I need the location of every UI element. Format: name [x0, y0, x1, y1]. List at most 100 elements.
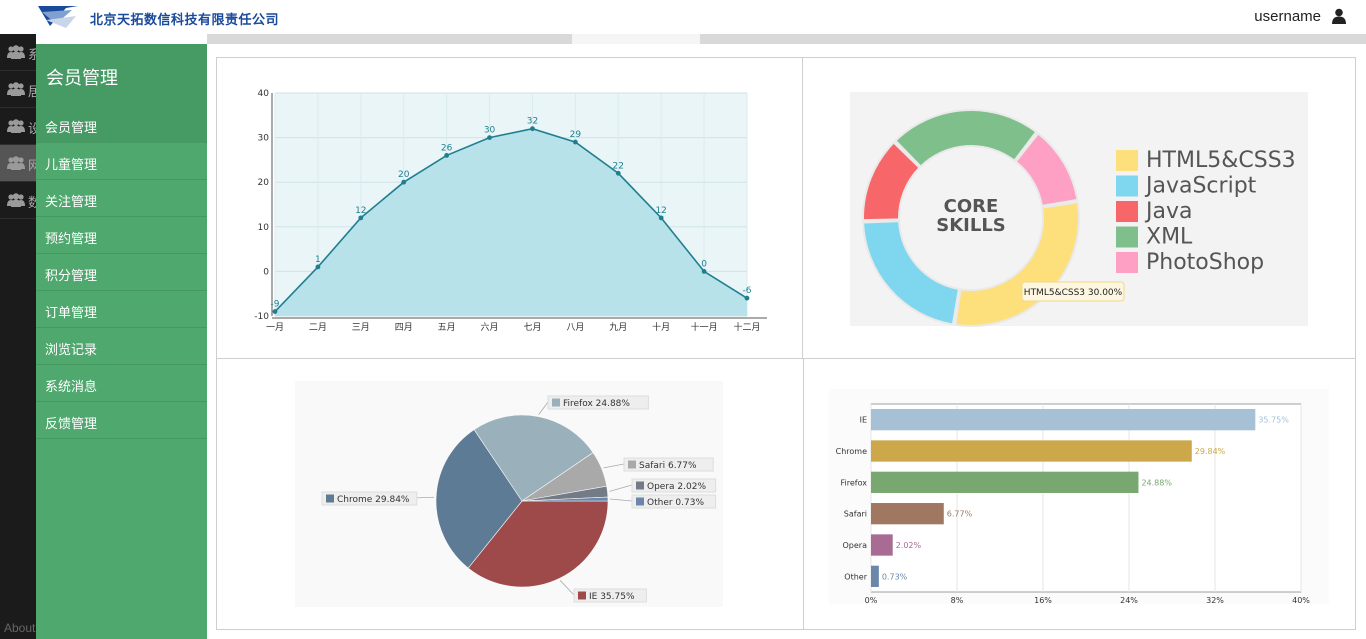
bar-value-label: 24.88%	[1141, 478, 1172, 487]
menu-item[interactable]: 预约管理	[36, 217, 207, 254]
x-tick-label: 24%	[1120, 596, 1138, 605]
nav-item-4[interactable]: 数	[0, 182, 36, 219]
menu-list: 会员管理 儿童管理 关注管理 预约管理 积分管理 订单管理 浏览记录 系统消息 反馈管理	[36, 106, 207, 439]
panel-donut-chart: CORE SKILLS HTML5&CSS3 JavaScript Java XML Pho…	[802, 57, 1356, 359]
icon-sidebar: 系居设网数 About	[0, 34, 36, 639]
nav-item-label: 居	[28, 81, 36, 100]
bar[interactable]	[871, 565, 879, 587]
legend-label[interactable]: HTML5&CSS3	[1146, 148, 1296, 173]
legend-label[interactable]: XML	[1146, 225, 1193, 250]
donut-center-title: SKILLS	[936, 215, 1006, 236]
x-tick-label: 八月	[566, 322, 584, 333]
legend-swatch	[1116, 252, 1138, 273]
data-point[interactable]	[401, 179, 407, 185]
bar[interactable]	[871, 440, 1192, 462]
bar-value-label: 35.75%	[1258, 416, 1289, 425]
menu-item[interactable]: 反馈管理	[36, 402, 207, 439]
y-tick-label: Safari	[844, 510, 867, 519]
x-tick-label: 九月	[609, 322, 627, 333]
tooltip-text: HTML5&CSS3 30.00%	[1024, 288, 1123, 298]
panel-pie-chart: IE 35.75% Chrome 29.84% Firefox 24.88% Safa…	[216, 358, 804, 630]
area-chart: -10010203040一月 二月 三月 四月 五月 六月 七月 八月 九月 十月 十一月 十二月-9…	[254, 89, 767, 333]
users-icon	[7, 119, 25, 133]
y-tick-label: 20	[258, 178, 270, 188]
legend-swatch	[1116, 226, 1138, 248]
donut-chart: CORESKILLS HTML5&CSS3JavaScriptJavaXMLPho…	[850, 92, 1308, 327]
data-point[interactable]	[744, 295, 750, 301]
x-tick-label: 四月	[395, 322, 413, 333]
menu-item[interactable]: 积分管理	[36, 254, 207, 291]
plot-frame	[870, 403, 1302, 593]
y-tick-label: Opera	[843, 541, 868, 550]
nav-item-2[interactable]: 设	[0, 108, 36, 145]
pie-chart: IE 35.75% Chrome 29.84% Firefox 24.88% Safa…	[295, 381, 723, 607]
data-label: 32	[527, 117, 538, 127]
callout-swatch	[578, 591, 586, 600]
data-point[interactable]	[572, 139, 578, 145]
x-tick-label: 七月	[523, 322, 541, 333]
legend-label[interactable]: JavaScript	[1144, 174, 1257, 199]
data-label: 22	[613, 161, 624, 171]
data-point[interactable]	[615, 170, 621, 176]
data-label: 12	[655, 206, 666, 216]
legend-label[interactable]: PhotoShop	[1146, 250, 1264, 275]
menu-item[interactable]: 系统消息	[36, 365, 207, 402]
company-name: 北京天拓数信科技有限责任公司	[90, 12, 280, 27]
data-point[interactable]	[444, 153, 450, 158]
data-point[interactable]	[530, 126, 535, 132]
x-tick-label: 十二月	[733, 321, 760, 333]
about-link[interactable]: About	[4, 621, 35, 635]
x-tick-label: 一月	[266, 322, 284, 333]
callout-swatch	[636, 497, 644, 506]
callout-swatch	[628, 460, 636, 469]
nav-item-label: 网	[28, 155, 36, 174]
data-label: 20	[398, 170, 410, 180]
nav-item-1[interactable]: 居	[0, 71, 36, 108]
menu-item[interactable]: 儿童管理	[36, 143, 207, 180]
y-tick-label: 10	[258, 223, 270, 233]
users-icon	[7, 193, 25, 207]
bar[interactable]	[871, 471, 1139, 493]
x-tick-label: 十月	[652, 321, 670, 333]
nav-item-3[interactable]: 网	[0, 145, 36, 182]
data-point[interactable]	[701, 269, 707, 274]
y-tick-label: Chrome	[836, 447, 867, 456]
users-icon	[7, 45, 25, 59]
x-tick-label: 8%	[951, 596, 964, 605]
legend-swatch	[1116, 175, 1138, 197]
users-icon	[7, 82, 25, 96]
data-point[interactable]	[358, 215, 364, 221]
callout-label: IE 35.75%	[589, 592, 635, 602]
bar-value-label: 0.73%	[882, 572, 908, 581]
y-tick-label: 40	[258, 89, 270, 99]
user-icon[interactable]	[1332, 8, 1346, 24]
panel-bar-chart: 0% 8% 16% 24% 32% 40% IE 35.75% Chrome 29.84% Fire…	[803, 358, 1356, 630]
data-point[interactable]	[487, 135, 492, 140]
data-label: 1	[315, 255, 321, 265]
data-label: 26	[441, 143, 453, 153]
legend-label[interactable]: Java	[1144, 199, 1192, 224]
data-point[interactable]	[315, 264, 321, 270]
active-tab[interactable]	[572, 34, 700, 44]
menu-item[interactable]: 订单管理	[36, 291, 207, 328]
username-label[interactable]: username	[1254, 8, 1321, 25]
bar[interactable]	[871, 534, 893, 556]
bar-chart: 0% 8% 16% 24% 32% 40% IE 35.75% Chrome 29.84% Fire…	[829, 389, 1329, 605]
data-label: 30	[484, 126, 496, 136]
tab-strip	[207, 34, 1366, 44]
data-label: 12	[355, 206, 366, 216]
x-tick-label: 16%	[1034, 596, 1052, 605]
nav-item-label: 系	[28, 44, 36, 63]
menu-item[interactable]: 浏览记录	[36, 328, 207, 365]
company-logo[interactable]	[36, 2, 80, 32]
menu-item[interactable]: 关注管理	[36, 180, 207, 217]
data-point[interactable]	[658, 215, 664, 221]
bar[interactable]	[871, 409, 1256, 431]
x-tick-label: 十一月	[691, 321, 718, 333]
bar[interactable]	[871, 503, 944, 525]
nav-item-0[interactable]: 系	[0, 34, 36, 71]
bar-value-label: 6.77%	[947, 510, 973, 519]
callout-label: Other 0.73%	[647, 498, 704, 508]
data-point[interactable]	[272, 309, 278, 314]
menu-item[interactable]: 会员管理	[36, 106, 207, 143]
